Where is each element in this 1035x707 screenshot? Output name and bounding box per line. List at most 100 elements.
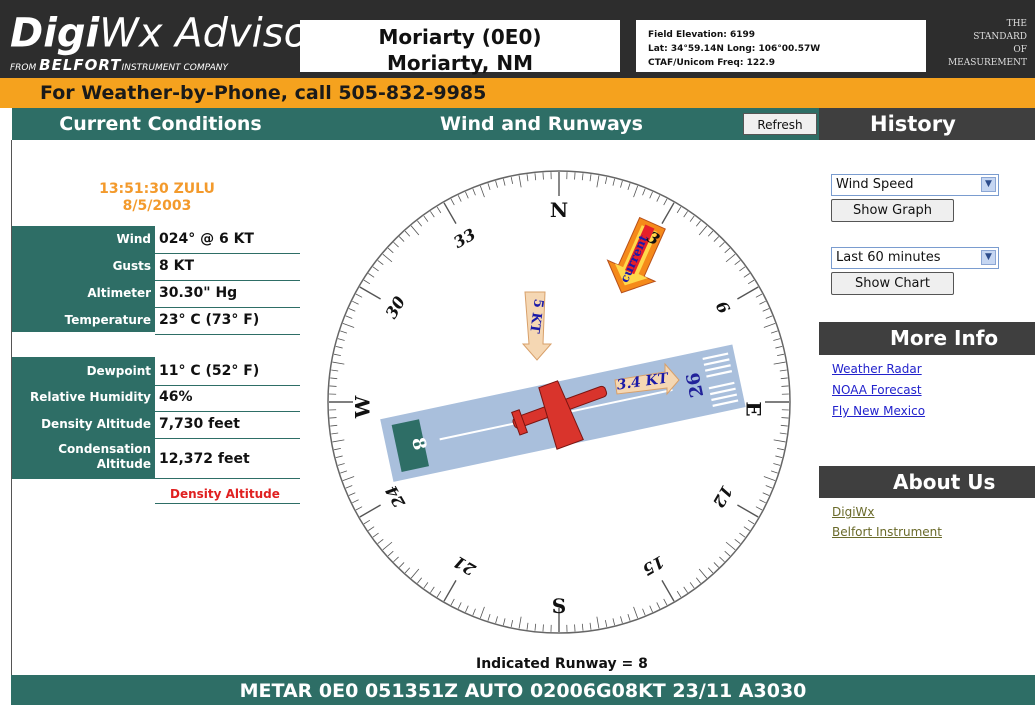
- compass-tick: [424, 216, 428, 222]
- compass-tick: [708, 568, 713, 573]
- compass-tick: [650, 192, 653, 198]
- dewpoint-value: 11° C (52° F): [155, 361, 300, 386]
- history-metric-select[interactable]: Wind Speed ▼: [831, 174, 999, 196]
- compass-tick: [773, 463, 780, 465]
- temperature-label: Temperature: [12, 310, 155, 330]
- wind-arrow-icon: 5 KT: [523, 292, 551, 360]
- humidity-label: Relative Humidity: [12, 387, 155, 407]
- condensation-label-line: Condensation: [12, 442, 151, 457]
- compass-tick: [334, 448, 341, 449]
- link-digiwx[interactable]: DigiWx: [832, 505, 875, 519]
- compass-tick: [465, 192, 468, 198]
- compass-tick: [346, 316, 352, 319]
- logo-rest: Wx Advisor: [99, 10, 324, 56]
- tagline: THE STANDARD OF MEASUREMENT: [930, 18, 1035, 70]
- compass-tick: [527, 623, 528, 630]
- compass-tick: [451, 599, 454, 605]
- compass-tick: [620, 181, 622, 188]
- link-belfort-instrument[interactable]: Belfort Instrument: [832, 525, 942, 539]
- compass-tick: [378, 260, 384, 264]
- compass-tick: [739, 533, 745, 537]
- compass-tick: [684, 211, 688, 217]
- compass-tick: [756, 507, 762, 510]
- compass-tick: [480, 607, 484, 618]
- compass-tick: [343, 323, 354, 327]
- compass-tick: [662, 580, 674, 601]
- compass-tick: [756, 294, 762, 297]
- heading-label: 6: [712, 298, 734, 317]
- compass-tick: [368, 273, 374, 277]
- compass-tick: [411, 569, 419, 578]
- show-chart-button[interactable]: Show Chart: [831, 272, 954, 295]
- compass-tick: [473, 609, 476, 615]
- chevron-down-icon[interactable]: ▼: [981, 250, 996, 265]
- compass-tick: [690, 216, 694, 222]
- density-altitude-label: Density Altitude: [12, 414, 155, 434]
- compass-tick: [519, 617, 521, 629]
- compass-tick: [696, 578, 700, 584]
- compass-tick: [613, 179, 615, 186]
- compass-tick: [364, 280, 370, 284]
- compass-tick: [352, 301, 358, 304]
- compass-tick: [527, 174, 528, 181]
- compass-tick: [643, 189, 646, 195]
- compass-tick: [719, 557, 724, 562]
- compass-tick: [458, 602, 461, 608]
- compass-tick: [777, 354, 784, 355]
- link-noaa-forecast[interactable]: NOAA Forecast: [832, 383, 922, 397]
- ctaf-frequency: CTAF/Unicom Freq: 122.9: [648, 56, 820, 70]
- history-range-select[interactable]: Last 60 minutes ▼: [831, 247, 999, 269]
- station-location: Moriarty, NM: [300, 50, 620, 76]
- compass-tick: [424, 582, 428, 588]
- compass-tick: [331, 370, 338, 371]
- compass-tick: [657, 602, 660, 608]
- current-conditions-heading: Current Conditions: [12, 108, 309, 140]
- compass-tick: [774, 362, 786, 364]
- compass-tick: [725, 551, 730, 556]
- show-graph-button[interactable]: Show Graph: [831, 199, 954, 222]
- compass-tick: [764, 323, 775, 327]
- compass-tick: [334, 354, 341, 355]
- link-fly-new-mexico[interactable]: Fly New Mexico: [832, 404, 925, 418]
- link-weather-radar[interactable]: Weather Radar: [832, 362, 922, 376]
- chevron-down-icon[interactable]: ▼: [981, 177, 996, 192]
- compass-tick: [771, 331, 778, 333]
- station-name: Moriarty (0E0) Moriarty, NM: [300, 24, 620, 76]
- compass-tick: [352, 500, 358, 503]
- field-elevation: Field Elevation: 6199: [648, 28, 820, 42]
- compass-tick: [582, 624, 583, 631]
- compass-tick: [360, 287, 381, 299]
- compass-tick: [781, 378, 788, 379]
- compass-tick: [417, 221, 421, 227]
- compass-tick: [496, 181, 498, 188]
- compass-tick: [684, 587, 688, 593]
- compass-tick: [634, 607, 638, 618]
- condensation-altitude-value: 12,372 feet: [155, 442, 300, 479]
- compass-tick: [332, 362, 344, 364]
- compass-tick: [405, 568, 410, 573]
- wind-label: Wind: [12, 229, 155, 249]
- compass-tick: [764, 477, 775, 481]
- compass-tick: [735, 260, 741, 264]
- compass-tick: [643, 609, 646, 615]
- compass-tick: [331, 433, 338, 434]
- more-info-heading: More Info: [890, 322, 998, 355]
- compass-tick: [356, 507, 362, 510]
- zulu-time: 13:51:30 ZULU: [12, 181, 302, 198]
- cardinal-east: E: [742, 401, 766, 416]
- heading-label: 33: [450, 225, 479, 253]
- compass-tick: [620, 616, 622, 623]
- compass-tick: [690, 582, 694, 588]
- density-altitude-link[interactable]: Density Altitude: [170, 487, 280, 501]
- history-heading: History: [870, 108, 956, 140]
- compass-tick: [360, 505, 381, 517]
- compass-tick: [511, 620, 512, 627]
- compass-tick: [343, 477, 354, 481]
- refresh-button[interactable]: Refresh: [743, 113, 817, 135]
- compass-tick: [759, 301, 765, 304]
- observation-date: 8/5/2003: [12, 198, 302, 215]
- compass-tick: [346, 486, 352, 489]
- compass-tick: [597, 175, 599, 187]
- wind-runways-heading: Wind and Runways: [440, 108, 643, 140]
- condensation-altitude-label: Condensation Altitude: [12, 442, 155, 474]
